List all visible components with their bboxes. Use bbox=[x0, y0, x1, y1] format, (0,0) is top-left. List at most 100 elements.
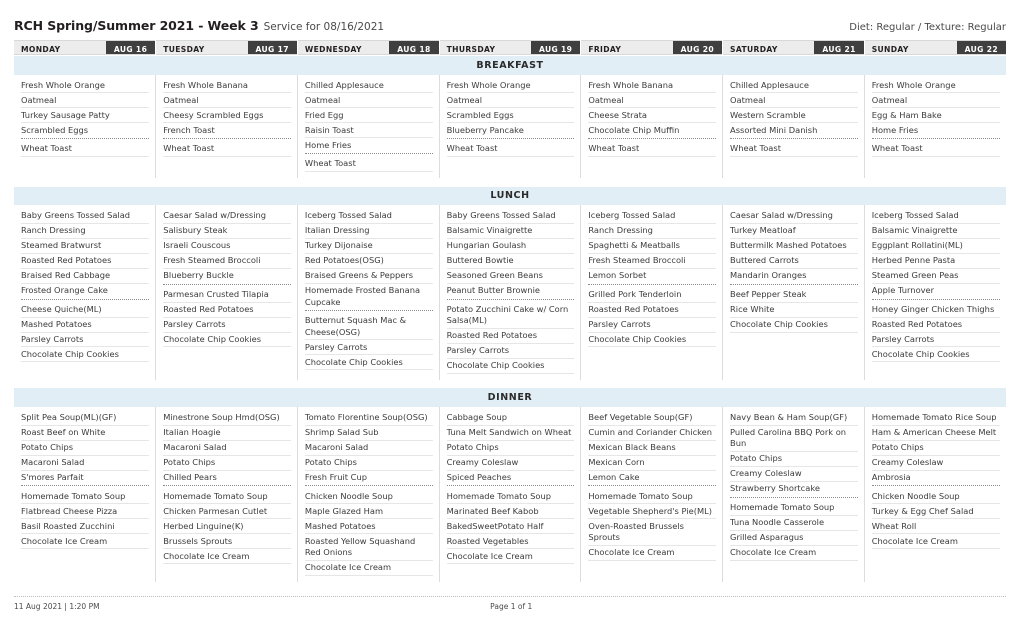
menu-item: Potato Chips bbox=[163, 456, 291, 471]
menu-item: Steamed Bratwurst bbox=[21, 239, 150, 254]
menu-item: Brussels Sprouts bbox=[163, 534, 291, 550]
footer-timestamp: 11 Aug 2021 | 1:20 PM bbox=[14, 602, 100, 611]
meal-content-row: Baby Greens Tossed Salad Ranch Dressing St… bbox=[14, 205, 1006, 380]
day-header: FRIDAY AUG 20 bbox=[581, 40, 723, 55]
menu-item: Fresh Whole Banana bbox=[163, 79, 291, 94]
menu-item: Mashed Potatoes bbox=[304, 519, 433, 535]
menu-item: Beef Vegetable Soup(GF) bbox=[588, 411, 717, 426]
menu-item: Homemade Tomato Soup bbox=[163, 489, 291, 505]
menu-item: Homemade Tomato Soup bbox=[730, 501, 858, 516]
meal-section-title: BREAKFAST bbox=[14, 55, 1006, 75]
menu-item-list: Iceberg Tossed Salad Ranch Dressing Spaghe… bbox=[588, 209, 717, 348]
section-spacer-cell bbox=[14, 379, 1006, 388]
menu-item: Apple Turnover bbox=[871, 284, 1000, 300]
menu-item: Fresh Whole Banana bbox=[588, 79, 717, 94]
menu-item: Wheat Toast bbox=[304, 157, 433, 173]
menu-item: Potato Zucchini Cake w/ Corn Salsa(ML) bbox=[446, 303, 575, 329]
meal-day-cell: Split Pea Soup(ML)(GF) Roast Beef on Whit… bbox=[14, 407, 156, 582]
day-header-cell: WEDNESDAY AUG 18 bbox=[296, 40, 440, 56]
menu-item: Macaroni Salad bbox=[304, 441, 433, 456]
menu-item: Ambrosia bbox=[871, 471, 1000, 487]
menu-item: S'mores Parfait bbox=[21, 471, 150, 487]
meal-day-cell: Homemade Tomato Rice Soup Ham & American … bbox=[863, 406, 1006, 582]
day-date-badge: AUG 16 bbox=[105, 41, 156, 54]
day-header-cell: FRIDAY AUG 20 bbox=[580, 40, 723, 56]
menu-item: Macaroni Salad bbox=[163, 441, 291, 456]
day-header: TUESDAY AUG 17 bbox=[156, 40, 297, 55]
day-date-badge: AUG 22 bbox=[956, 41, 1006, 54]
section-spacer-cell bbox=[14, 178, 1006, 187]
section-spacer bbox=[14, 178, 1006, 187]
menu-item: Potato Chips bbox=[304, 456, 433, 471]
menu-item-list: Fresh Whole Orange Oatmeal Egg & Ham Bake H… bbox=[871, 79, 1000, 158]
meal-day-cell: Tomato Florentine Soup(OSG) Shrimp Salad … bbox=[296, 406, 440, 582]
menu-item: Israeli Couscous bbox=[163, 239, 291, 254]
meal-day-cell: Caesar Salad w/Dressing Turkey Meatloaf Bu… bbox=[722, 205, 865, 380]
menu-item: Homemade Frosted Banana Cupcake bbox=[304, 284, 433, 311]
menu-item: Frosted Orange Cake bbox=[21, 284, 150, 300]
meal-content-row: Fresh Whole Orange Oatmeal Turkey Sausage … bbox=[14, 74, 1006, 179]
day-date-badge: AUG 21 bbox=[814, 41, 864, 54]
menu-item: Split Pea Soup(ML)(GF) bbox=[21, 411, 150, 426]
menu-item-list: Fresh Whole Orange Oatmeal Turkey Sausage … bbox=[21, 79, 150, 158]
menu-item: Roast Beef on White bbox=[21, 426, 150, 441]
menu-item: Cheese Strata bbox=[588, 108, 717, 124]
day-header-cell: THURSDAY AUG 19 bbox=[438, 40, 581, 56]
meal-section-header-row: BREAKFAST bbox=[14, 55, 1006, 75]
menu-item: Iceberg Tossed Salad bbox=[871, 209, 1000, 224]
menu-item: Fresh Steamed Broccoli bbox=[588, 254, 717, 269]
menu-item: Fried Egg bbox=[304, 108, 433, 124]
menu-item: Turkey & Egg Chef Salad bbox=[871, 504, 1000, 520]
menu-item: Butternut Squash Mac & Cheese(OSG) bbox=[304, 314, 433, 341]
menu-item: Fresh Whole Orange bbox=[21, 79, 150, 94]
menu-item: Parsley Carrots bbox=[446, 344, 575, 359]
menu-item: French Toast bbox=[163, 123, 291, 140]
menu-item: Hungarian Goulash bbox=[446, 239, 575, 254]
menu-item: Buttermilk Mashed Potatoes bbox=[730, 239, 858, 254]
menu-item: Basil Roasted Zucchini bbox=[21, 519, 150, 535]
menu-item-list: Baby Greens Tossed Salad Ranch Dressing St… bbox=[21, 209, 150, 363]
menu-item: Chicken Noodle Soup bbox=[871, 489, 1000, 505]
day-name-label: FRIDAY bbox=[588, 44, 622, 54]
menu-item: Italian Hoagie bbox=[163, 426, 291, 441]
menu-item: Potato Chips bbox=[730, 452, 858, 468]
menu-item: Buttered Carrots bbox=[730, 254, 858, 269]
day-header: THURSDAY AUG 19 bbox=[439, 40, 581, 55]
menu-item-list: Cabbage Soup Tuna Melt Sandwich on Wheat P… bbox=[446, 411, 575, 565]
menu-item-list: Split Pea Soup(ML)(GF) Roast Beef on Whit… bbox=[21, 411, 150, 550]
menu-item: Minestrone Soup Hmd(OSG) bbox=[163, 411, 291, 426]
menu-item-list: Caesar Salad w/Dressing Turkey Meatloaf Bu… bbox=[730, 209, 858, 333]
menu-item: Oatmeal bbox=[304, 93, 433, 109]
menu-item: Homemade Tomato Soup bbox=[446, 489, 575, 505]
menu-item: Chocolate Chip Cookies bbox=[21, 347, 150, 363]
menu-item: Wheat Toast bbox=[21, 142, 150, 158]
menu-item: Home Fries bbox=[304, 138, 433, 155]
menu-item: Herbed Penne Pasta bbox=[871, 254, 1000, 269]
menu-item: Parsley Carrots bbox=[588, 318, 717, 333]
menu-item: Cabbage Soup bbox=[446, 411, 575, 426]
menu-item-list: Chilled Applesauce Oatmeal Western Scrambl… bbox=[730, 79, 858, 158]
menu-item: Western Scramble bbox=[730, 108, 858, 124]
menu-item: Honey Ginger Chicken Thighs bbox=[871, 303, 1000, 318]
menu-item: Peanut Butter Brownie bbox=[446, 284, 575, 300]
menu-item: Roasted Red Potatoes bbox=[871, 318, 1000, 333]
meal-day-cell: Caesar Salad w/Dressing Salisbury Steak Is… bbox=[155, 205, 298, 380]
menu-item: Oven-Roasted Brussels Sprouts bbox=[588, 519, 717, 546]
menu-item-list: Homemade Tomato Rice Soup Ham & American … bbox=[871, 411, 1000, 550]
day-header-cell: MONDAY AUG 16 bbox=[14, 40, 156, 56]
menu-item: Blueberry Pancake bbox=[446, 123, 575, 140]
day-header: SUNDAY AUG 22 bbox=[864, 40, 1006, 55]
menu-item: Turkey Meatloaf bbox=[730, 224, 858, 239]
menu-item: Mexican Corn bbox=[588, 456, 717, 471]
menu-item: Wheat Roll bbox=[871, 519, 1000, 535]
meal-day-cell: Beef Vegetable Soup(GF) Cumin and Coriand… bbox=[580, 406, 723, 582]
menu-item-list: Fresh Whole Orange Oatmeal Scrambled Eggs B… bbox=[446, 79, 575, 158]
menu-item: Scrambled Eggs bbox=[446, 108, 575, 124]
title-group: RCH Spring/Summer 2021 - Week 3 Service … bbox=[14, 18, 384, 33]
menu-item: Iceberg Tossed Salad bbox=[304, 209, 433, 224]
menu-item: Buttered Bowtie bbox=[446, 254, 575, 269]
menu-item: Chocolate Chip Cookies bbox=[871, 347, 1000, 363]
section-spacer bbox=[14, 379, 1006, 388]
menu-item: Chocolate Chip Cookies bbox=[730, 318, 858, 333]
day-date-badge: AUG 19 bbox=[530, 41, 581, 54]
